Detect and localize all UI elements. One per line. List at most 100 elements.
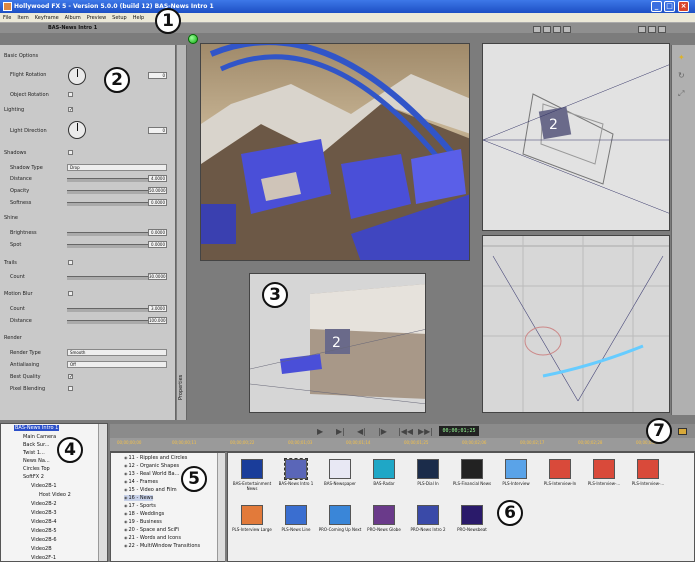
shadow-type-select[interactable]: Drop	[67, 164, 167, 171]
tree-item[interactable]: Main Camera	[23, 434, 56, 440]
perspective-viewport[interactable]	[482, 235, 670, 413]
category-item[interactable]: 22 - MultiWindow Transitions	[124, 543, 201, 549]
brightness-value[interactable]: 0.0000	[148, 229, 167, 236]
effect-thumbnail[interactable]: PLS-Interview-In	[538, 459, 582, 486]
object-rotation-checkbox[interactable]	[68, 92, 73, 97]
step-back-icon[interactable]: ◀|	[357, 427, 366, 436]
tree-item[interactable]: Circles Top	[23, 466, 50, 472]
light-direction-value[interactable]: 0	[148, 127, 167, 134]
category-item[interactable]: 13 - Real World Ba...	[124, 471, 180, 477]
category-item[interactable]: 19 - Business	[124, 519, 162, 525]
distance-value[interactable]: 4.0000	[148, 175, 167, 182]
top-viewport[interactable]: 2	[482, 43, 670, 231]
effect-thumbnail[interactable]: PLS-Dial In	[406, 459, 450, 486]
effect-thumbnail[interactable]: PRO-Newsbeat	[450, 505, 494, 532]
maximize-button[interactable]: □	[664, 1, 675, 12]
tree-item[interactable]: Twist 1...	[23, 450, 45, 456]
effect-thumbnail[interactable]: PLS-Interview-...	[626, 459, 670, 486]
tree-item[interactable]: Video2B-3	[31, 510, 57, 516]
wireframe-icon[interactable]	[648, 26, 656, 33]
minimize-button[interactable]: _	[651, 1, 662, 12]
folder-icon[interactable]	[678, 428, 687, 435]
tree-item[interactable]: Host Video 2	[39, 492, 71, 498]
trails-count-value[interactable]: 30.0000	[148, 273, 167, 280]
effect-thumbnail[interactable]: PRO-News Globe	[362, 505, 406, 532]
tree-item[interactable]: Back Sur...	[23, 442, 49, 448]
category-item[interactable]: 12 - Organic Shapes	[124, 463, 180, 469]
layout-split-icon[interactable]	[543, 26, 551, 33]
light-direction-dial[interactable]	[68, 121, 86, 139]
render-icon[interactable]	[658, 26, 666, 33]
motion-blur-checkbox[interactable]	[68, 291, 73, 296]
category-item[interactable]: 16 - News	[124, 495, 154, 501]
tree-item[interactable]: SoftFX 2	[23, 474, 44, 480]
close-button[interactable]: ×	[678, 1, 689, 12]
render-type-select[interactable]: Smooth	[67, 349, 167, 356]
tree-item[interactable]: Video2F-1	[31, 555, 56, 561]
menu-keyframe[interactable]: Keyframe	[32, 13, 62, 23]
effect-thumbnail[interactable]: BAS-Newspaper	[318, 459, 362, 486]
trails-checkbox[interactable]	[68, 260, 73, 265]
menu-setup[interactable]: Setup	[109, 13, 130, 23]
category-item[interactable]: 17 - Sports	[124, 503, 156, 509]
layout-quad-icon[interactable]	[553, 26, 561, 33]
menu-album[interactable]: Album	[62, 13, 84, 23]
rotate-tool-icon[interactable]: ↻	[678, 71, 685, 80]
category-item[interactable]: 11 - Ripples and Circles	[124, 455, 188, 461]
play-button[interactable]: ▶	[317, 427, 323, 436]
menu-preview[interactable]: Preview	[84, 13, 109, 23]
step-forward-icon[interactable]: |▶	[378, 427, 387, 436]
effect-thumbnail[interactable]: PLS-News Line	[274, 505, 318, 532]
category-item[interactable]: 18 - Weddings	[124, 511, 165, 517]
menu-help[interactable]: Help	[130, 13, 147, 23]
effect-thumbnail[interactable]: BAS-Entertainment News	[230, 459, 274, 491]
flight-rotation-value[interactable]: 0	[148, 72, 167, 79]
effect-thumbnail[interactable]: PLS-Interview Large	[230, 505, 274, 532]
effect-thumbnail[interactable]: BAS-News Intro 1	[274, 458, 318, 486]
tree-item[interactable]: Video2B	[31, 546, 52, 552]
effect-thumbnail[interactable]: BAS-Radar	[362, 459, 406, 486]
flight-rotation-dial[interactable]	[68, 67, 86, 85]
menu-file[interactable]: File	[0, 13, 14, 23]
tree-item[interactable]: Video2B-5	[31, 528, 57, 534]
menu-item[interactable]: Item	[14, 13, 31, 23]
move-tool-icon[interactable]: ✦	[678, 53, 685, 62]
rewind-icon[interactable]: |◀◀	[398, 427, 413, 436]
softness-value[interactable]: 0.0000	[148, 199, 167, 206]
layout-grid-icon[interactable]	[563, 26, 571, 33]
shadows-checkbox[interactable]	[68, 150, 73, 155]
pixel-blending-checkbox[interactable]	[68, 386, 73, 391]
effect-thumbnail[interactable]: PLS-Interview-...	[582, 459, 626, 486]
mb-count-value[interactable]: 3.0000	[148, 305, 167, 312]
effect-thumbnail[interactable]: PLS-Interview	[494, 459, 538, 486]
tree-item[interactable]: BAS-News Intro 1	[14, 425, 60, 431]
status-light-icon[interactable]	[188, 34, 198, 44]
tree-item[interactable]: Video2B-6	[31, 537, 57, 543]
category-scrollbar[interactable]	[217, 453, 225, 561]
tree-item[interactable]: Video2B-4	[31, 519, 57, 525]
effect-thumbnail[interactable]: PLS-Financial News	[450, 459, 494, 486]
layout-single-icon[interactable]	[533, 26, 541, 33]
category-item[interactable]: 20 - Space and SciFi	[124, 527, 179, 533]
tree-item[interactable]: Video2B-2	[31, 501, 57, 507]
tree-item[interactable]: News Na...	[23, 458, 50, 464]
mb-distance-value[interactable]: 100.000	[148, 317, 167, 324]
category-item[interactable]: 14 - Frames	[124, 479, 159, 485]
antialiasing-select[interactable]: Off	[67, 361, 167, 368]
scale-tool-icon[interactable]: ⤢	[678, 89, 684, 99]
effect-thumbnail[interactable]: PRO-Coming Up Next	[318, 505, 362, 532]
camera-viewport[interactable]	[200, 43, 470, 261]
forward-icon[interactable]: ▶▶|	[418, 427, 433, 436]
opacity-value[interactable]: 50.0000	[148, 187, 167, 194]
category-item[interactable]: 21 - Words and Icons	[124, 535, 181, 541]
effect-thumbnail[interactable]: PRO-News Intro 2	[406, 505, 450, 532]
timeline-ruler[interactable]	[110, 438, 695, 452]
tree-scrollbar[interactable]	[98, 424, 107, 561]
spot-value[interactable]: 0.0000	[148, 241, 167, 248]
category-item[interactable]: 15 - Video and Film	[124, 487, 177, 493]
zoom-icon[interactable]	[638, 26, 646, 33]
play-to-end-icon[interactable]: ▶|	[336, 427, 345, 436]
best-quality-checkbox[interactable]: ✓	[68, 374, 73, 380]
properties-tab[interactable]: Properties	[177, 45, 187, 420]
lighting-checkbox[interactable]: ✓	[68, 107, 73, 113]
